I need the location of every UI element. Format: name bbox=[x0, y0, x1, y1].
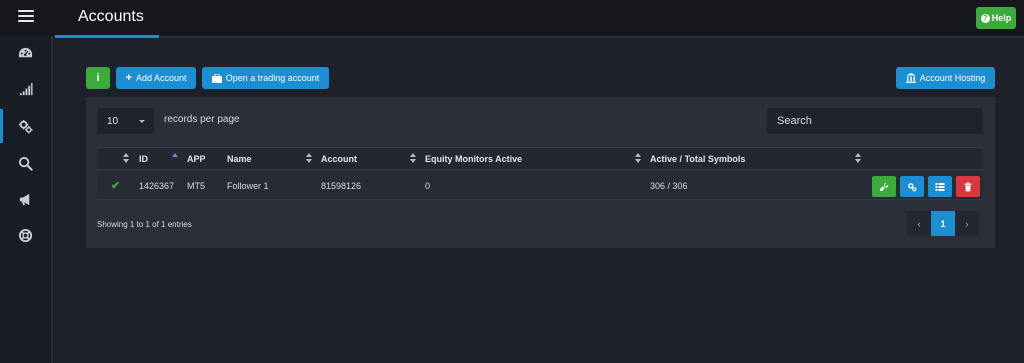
accounts-table: ID APP Name Account Equity Monitors Acti… bbox=[97, 147, 983, 200]
trash-icon bbox=[964, 181, 972, 191]
column-header-app-label: APP bbox=[187, 154, 206, 164]
hamburger-menu-icon[interactable] bbox=[18, 10, 34, 24]
cell-account: 81598126 bbox=[321, 180, 362, 191]
question-circle-icon: ? bbox=[980, 13, 990, 23]
column-header-equity-monitors[interactable]: Equity Monitors Active bbox=[425, 148, 650, 170]
sort-icon bbox=[306, 153, 312, 164]
column-header-status[interactable] bbox=[97, 148, 137, 170]
topbar-divider bbox=[160, 36, 1024, 38]
info-button[interactable]: i bbox=[86, 67, 110, 89]
column-header-app[interactable]: APP bbox=[187, 148, 227, 170]
bank-icon bbox=[905, 73, 916, 83]
gears-icon bbox=[908, 182, 917, 191]
column-header-id-label: ID bbox=[139, 154, 148, 164]
caret-down-icon bbox=[139, 120, 145, 123]
column-header-symbols-label: Active / Total Symbols bbox=[650, 154, 746, 164]
add-account-label: Add Account bbox=[135, 73, 187, 83]
column-header-name-label: Name bbox=[227, 154, 252, 164]
accounts-panel: 10 records per page ID APP Name Account bbox=[86, 97, 995, 248]
open-trading-account-button[interactable]: Open a trading account bbox=[202, 67, 329, 89]
delete-button[interactable] bbox=[956, 176, 980, 197]
status-check-icon: ✔ bbox=[111, 180, 121, 192]
pagination: ‹ 1 › bbox=[907, 211, 979, 236]
sort-ascending-icon bbox=[172, 153, 178, 164]
sort-icon bbox=[410, 153, 416, 164]
sidebar-item-announcements[interactable] bbox=[0, 182, 51, 216]
page-number-button[interactable]: 1 bbox=[931, 211, 955, 236]
sort-icon bbox=[123, 153, 129, 164]
sort-icon bbox=[635, 153, 641, 164]
life-ring-icon bbox=[18, 228, 33, 242]
signal-bars-icon bbox=[19, 82, 33, 95]
page-length-label: records per page bbox=[164, 114, 240, 125]
account-hosting-label: Account Hosting bbox=[919, 73, 986, 83]
cell-id: 1426367 bbox=[139, 180, 175, 191]
help-button[interactable]: ? Help bbox=[976, 7, 1016, 29]
megaphone-icon bbox=[19, 193, 30, 205]
plus-icon: + bbox=[125, 72, 132, 84]
open-trading-account-label: Open a trading account bbox=[225, 73, 320, 83]
sidebar bbox=[0, 36, 53, 363]
page-length-select[interactable]: 10 bbox=[97, 108, 154, 134]
cell-name: Follower 1 bbox=[227, 180, 269, 191]
column-header-symbols[interactable]: Active / Total Symbols bbox=[650, 148, 872, 170]
title-underline bbox=[55, 35, 159, 38]
sidebar-item-search[interactable] bbox=[0, 146, 51, 180]
cell-symbols: 306 / 306 bbox=[650, 180, 688, 191]
info-label: i bbox=[96, 72, 100, 84]
dashboard-icon bbox=[18, 47, 33, 57]
page-title: Accounts bbox=[78, 8, 144, 25]
list-icon bbox=[935, 182, 945, 191]
next-page-button[interactable]: › bbox=[955, 211, 979, 236]
previous-page-button[interactable]: ‹ bbox=[907, 211, 931, 236]
briefcase-icon bbox=[211, 73, 222, 83]
table-header: ID APP Name Account Equity Monitors Acti… bbox=[97, 147, 983, 169]
search-input[interactable] bbox=[767, 108, 983, 134]
sidebar-item-accounts[interactable] bbox=[0, 109, 51, 143]
sidebar-item-dashboard[interactable] bbox=[0, 36, 51, 70]
cell-equity-monitors: 0 bbox=[425, 180, 431, 191]
sort-icon bbox=[855, 153, 861, 164]
column-header-id[interactable]: ID bbox=[139, 148, 183, 170]
table-info: Showing 1 to 1 of 1 entries bbox=[97, 220, 192, 229]
symbols-list-button[interactable] bbox=[928, 176, 952, 197]
connect-button[interactable] bbox=[872, 176, 896, 197]
search-icon bbox=[18, 156, 33, 171]
gears-icon bbox=[18, 119, 33, 134]
column-header-name[interactable]: Name bbox=[227, 148, 322, 170]
column-header-account-label: Account bbox=[321, 154, 357, 164]
column-header-equity-monitors-label: Equity Monitors Active bbox=[425, 154, 523, 164]
sidebar-item-support[interactable] bbox=[0, 218, 51, 252]
plug-icon bbox=[880, 182, 889, 191]
top-bar: Accounts ? Help bbox=[0, 0, 1024, 38]
help-label: Help bbox=[991, 13, 1012, 23]
account-hosting-button[interactable]: Account Hosting bbox=[896, 67, 995, 89]
cell-app: MT5 bbox=[187, 180, 205, 191]
column-header-account[interactable]: Account bbox=[321, 148, 426, 170]
table-row[interactable]: ✔ 1426367 MT5 Follower 1 81598126 0 306 … bbox=[97, 169, 983, 200]
sidebar-item-signals[interactable] bbox=[0, 72, 51, 106]
settings-button[interactable] bbox=[900, 176, 924, 197]
add-account-button[interactable]: + Add Account bbox=[116, 67, 196, 89]
page-length-value: 10 bbox=[107, 115, 119, 127]
